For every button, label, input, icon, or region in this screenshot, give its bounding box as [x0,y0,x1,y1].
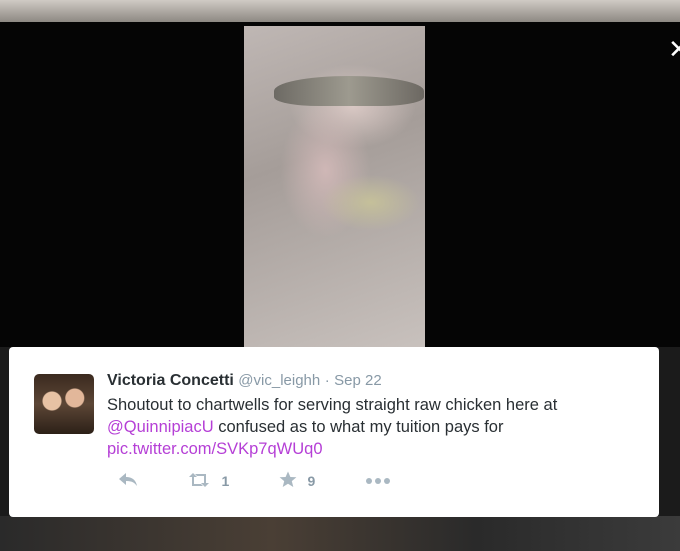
separator-dot: · [324,372,330,389]
tweet-header: Victoria Concetti @vic_leighh · Sep 22 [107,372,382,390]
photo-detail [274,76,424,106]
media-link[interactable]: pic.twitter.com/SVKp7qWUq0 [107,440,323,458]
tweet-text-part2: confused as to what my tuition pays for [213,418,504,436]
tweet-text-part1: Shoutout to chartwells for serving strai… [107,396,558,414]
user-handle[interactable]: @vic_leighh [238,372,320,389]
retweet-button[interactable]: 1 [187,471,229,491]
tweet-date[interactable]: Sep 22 [334,372,382,389]
avatar[interactable] [34,374,94,434]
display-name[interactable]: Victoria Concetti [107,372,234,389]
favorite-button[interactable]: 9 [279,471,315,491]
tweet-photo[interactable] [244,26,425,347]
tweet-text: Shoutout to chartwells for serving strai… [107,394,627,460]
tweet-card: Victoria Concetti @vic_leighh · Sep 22 S… [9,347,659,517]
background-page-bottom [0,516,680,551]
background-page-strip [0,0,680,22]
favorite-count: 9 [307,473,316,489]
star-icon [279,471,301,490]
reply-button[interactable] [117,471,139,491]
more-button[interactable] [365,471,391,491]
close-button[interactable]: ✕ [668,36,680,64]
reply-icon [117,473,139,491]
mention-link[interactable]: @QuinnipiacU [107,418,214,436]
tweet-actions: 1 9 [107,471,407,491]
more-icon [365,472,391,489]
retweet-count: 1 [221,473,230,489]
retweet-icon [187,473,215,490]
